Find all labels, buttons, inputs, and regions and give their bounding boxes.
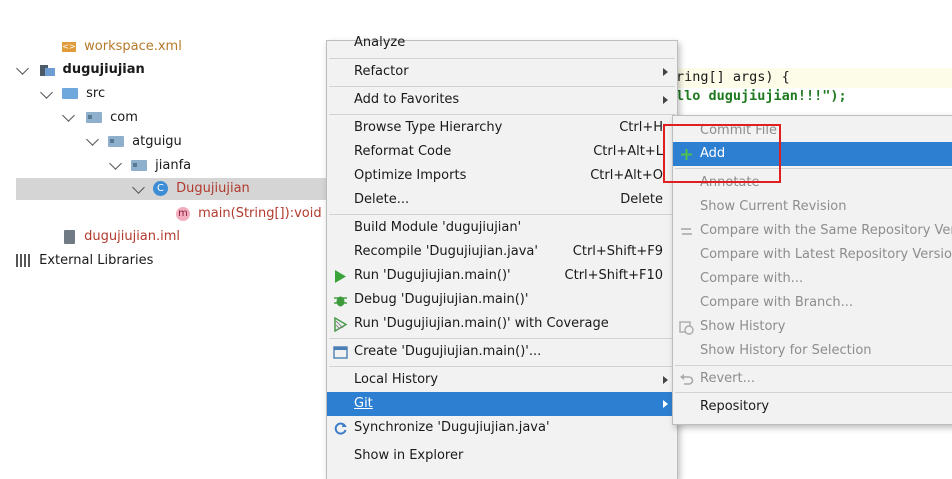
source-folder-icon xyxy=(62,88,78,99)
menu-item-synchronize[interactable]: Synchronize 'Dugujiujian.java' xyxy=(327,416,677,440)
menu-item-browse-type-hierarchy[interactable]: Browse Type Hierarchy Ctrl+H xyxy=(327,116,677,140)
context-menu: Analyze Refactor Add to Favorites Browse… xyxy=(326,35,678,479)
chevron-down-icon[interactable] xyxy=(16,62,29,75)
xml-file-icon: <> xyxy=(62,41,76,52)
synchronize-icon xyxy=(334,422,347,435)
chevron-down-icon[interactable] xyxy=(86,133,99,146)
menu-item-refactor[interactable]: Refactor xyxy=(327,60,677,84)
tree-item-workspace-xml[interactable]: <> workspace.xml xyxy=(62,36,182,58)
menu-item-optimize-imports[interactable]: Optimize Imports Ctrl+Alt+O xyxy=(327,164,677,188)
tree-item-jianfa[interactable]: jianfa xyxy=(131,155,191,177)
package-icon xyxy=(108,136,124,147)
tree-item-module[interactable]: dugujiujian xyxy=(40,59,145,81)
history-icon xyxy=(679,321,694,335)
git-item-compare-latest-repo[interactable]: Compare with Latest Repository Version xyxy=(673,243,952,267)
menu-separator xyxy=(329,86,675,87)
git-item-compare-same-repo[interactable]: Compare with the Same Repository Version xyxy=(673,219,952,243)
iml-file-icon xyxy=(64,229,75,244)
menu-separator xyxy=(675,365,952,366)
tree-item-atguigu[interactable]: atguigu xyxy=(108,131,182,153)
code-line-2: llo dugujiujian!!!"); xyxy=(676,88,847,104)
tree-item-class[interactable]: C Dugujiujian xyxy=(153,178,250,200)
package-icon xyxy=(86,112,102,123)
menu-separator xyxy=(675,392,952,393)
package-icon xyxy=(131,160,147,171)
menu-item-debug[interactable]: Debug 'Dugujiujian.main()' xyxy=(327,288,677,312)
menu-item-show-in-explorer[interactable]: Show in Explorer xyxy=(327,444,677,468)
menu-item-create-run-config[interactable]: Create 'Dugujiujian.main()'... xyxy=(327,340,677,364)
tree-item-iml[interactable]: dugujiujian.iml xyxy=(64,226,180,248)
tree-item-external-libraries[interactable]: External Libraries xyxy=(16,250,153,272)
menu-item-run-with-coverage[interactable]: Run 'Dugujiujian.main()' with Coverage xyxy=(327,312,677,336)
library-icon xyxy=(16,254,31,267)
submenu-arrow-icon xyxy=(663,376,668,384)
menu-item-git[interactable]: Git xyxy=(327,392,677,416)
menu-separator xyxy=(329,366,675,367)
project-tree: <> workspace.xml dugujiujian src com atg… xyxy=(0,0,326,478)
tree-item-src[interactable]: src xyxy=(62,83,105,105)
menu-item-delete[interactable]: Delete... Delete xyxy=(327,188,677,212)
submenu-arrow-icon xyxy=(663,68,668,76)
git-item-compare-with[interactable]: Compare with... xyxy=(673,267,952,291)
revert-icon xyxy=(680,374,694,385)
module-icon xyxy=(40,63,55,76)
method-icon: m xyxy=(176,206,190,221)
menu-item-local-history[interactable]: Local History xyxy=(327,368,677,392)
tree-item-com[interactable]: com xyxy=(86,107,138,129)
menu-item-build-module[interactable]: Build Module 'dugujiujian' xyxy=(327,216,677,240)
git-item-repository[interactable]: Repository xyxy=(673,395,952,419)
menu-item-analyze[interactable]: Analyze xyxy=(327,31,677,55)
menu-item-reformat-code[interactable]: Reformat Code Ctrl+Alt+L xyxy=(327,140,677,164)
debug-icon xyxy=(334,296,347,307)
menu-separator xyxy=(329,114,675,115)
menu-item-run[interactable]: Run 'Dugujiujian.main()' Ctrl+Shift+F10 xyxy=(327,264,677,288)
menu-separator xyxy=(329,338,675,339)
chevron-down-icon[interactable] xyxy=(109,157,122,170)
class-icon: C xyxy=(153,181,168,196)
create-config-icon xyxy=(333,346,348,359)
submenu-arrow-icon xyxy=(663,96,668,104)
chevron-down-icon[interactable] xyxy=(40,86,53,99)
git-item-show-current-revision[interactable]: Show Current Revision xyxy=(673,195,952,219)
menu-item-add-to-favorites[interactable]: Add to Favorites xyxy=(327,88,677,112)
git-item-show-history[interactable]: Show History xyxy=(673,315,952,339)
git-item-show-history-selection[interactable]: Show History for Selection xyxy=(673,339,952,363)
tree-item-method[interactable]: m main(String[]):void xyxy=(176,203,322,225)
menu-item-recompile[interactable]: Recompile 'Dugujiujian.java' Ctrl+Shift+… xyxy=(327,240,677,264)
compare-icon xyxy=(681,228,692,235)
coverage-icon xyxy=(334,317,348,332)
run-icon xyxy=(335,270,346,283)
menu-separator xyxy=(329,58,675,59)
chevron-down-icon[interactable] xyxy=(62,109,75,122)
code-line-1: ring[] args) { xyxy=(676,69,790,85)
menu-separator xyxy=(329,214,675,215)
highlight-box xyxy=(663,124,781,183)
submenu-arrow-icon xyxy=(663,400,668,408)
git-item-revert[interactable]: Revert... xyxy=(673,367,952,391)
git-item-compare-with-branch[interactable]: Compare with Branch... xyxy=(673,291,952,315)
